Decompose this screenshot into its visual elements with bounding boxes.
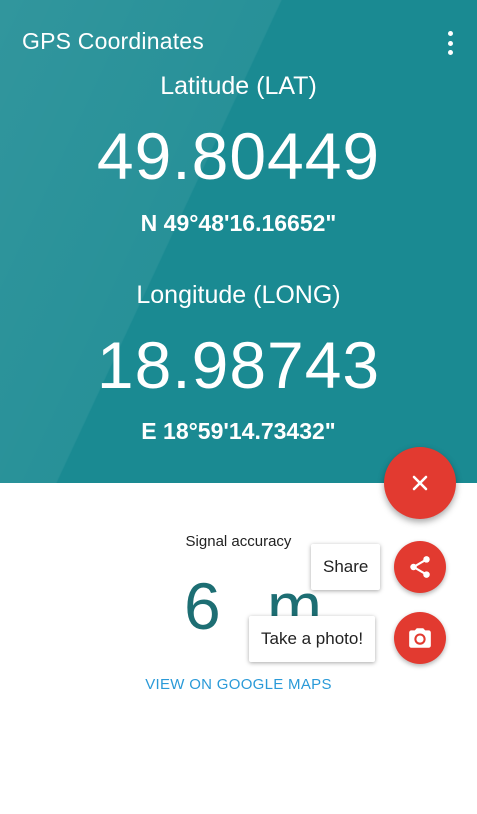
latitude-dms: N 49°48'16.16652" — [140, 210, 337, 236]
coordinates-header: GPS Coordinates Latitude (LAT) 49.80449 … — [0, 0, 477, 483]
view-on-google-maps-link[interactable]: VIEW ON GOOGLE MAPS — [0, 676, 477, 693]
gps-coordinates-screen: GPS Coordinates Latitude (LAT) 49.80449 … — [0, 0, 477, 814]
menu-dot — [447, 50, 453, 55]
longitude-dms: E 18°59'14.73432" — [141, 418, 336, 444]
close-icon — [412, 475, 428, 491]
take-photo-button[interactable] — [394, 612, 446, 664]
latitude-value: 49.80449 — [96, 119, 381, 193]
share-tooltip[interactable]: Share — [311, 544, 381, 590]
app-title: GPS Coordinates — [22, 28, 204, 54]
share-button[interactable] — [394, 541, 446, 593]
latitude-label: Latitude (LAT) — [160, 72, 317, 100]
camera-icon — [409, 628, 431, 648]
longitude-label: Longitude (LONG) — [136, 281, 341, 309]
menu-dot — [447, 40, 453, 46]
menu-dot — [447, 31, 453, 36]
close-fab-menu-button[interactable] — [384, 447, 456, 519]
more-vert-icon[interactable] — [443, 28, 457, 58]
longitude-value: 18.98743 — [96, 328, 381, 402]
share-icon — [410, 556, 430, 578]
take-photo-tooltip[interactable]: Take a photo! — [249, 616, 376, 662]
